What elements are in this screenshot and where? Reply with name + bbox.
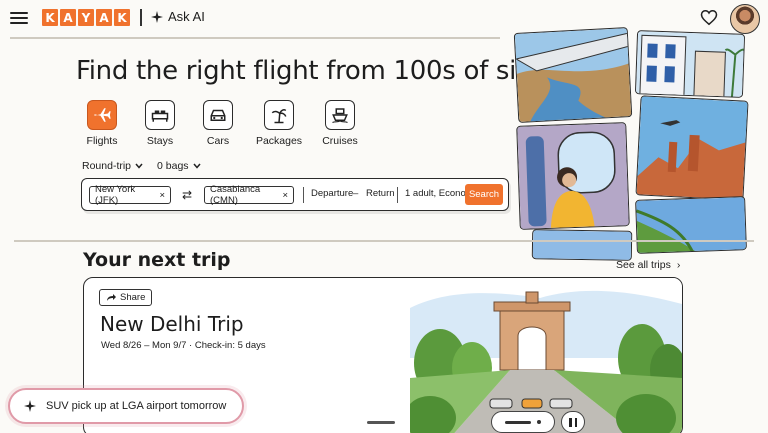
tab-label: Flights [86, 135, 118, 147]
field-divider [303, 187, 304, 203]
trip-checkin: Check-in: 5 days [194, 340, 266, 351]
bags-dropdown[interactable]: 0 bags [157, 160, 201, 172]
sparkle-icon [151, 10, 163, 23]
carousel-active-indicator [505, 420, 531, 424]
tab-cars[interactable]: Cars [198, 100, 238, 147]
ai-prompt-input[interactable]: SUV pick up at LGA airport tomorrow [8, 388, 244, 424]
logo-letter: Y [78, 9, 94, 26]
collage-airplane-wing-image [513, 27, 633, 123]
tab-label: Packages [255, 135, 303, 147]
logo-letter: A [60, 9, 76, 26]
destination-value: Casablanca (CMN) [210, 184, 261, 206]
search-button[interactable]: Search [465, 184, 503, 205]
tab-label: Stays [146, 135, 174, 147]
close-icon[interactable]: × [282, 190, 288, 201]
category-tabs: Flights Stays Cars Packages Cruises [82, 100, 360, 147]
carousel-dot[interactable] [537, 420, 541, 424]
menu-icon[interactable] [10, 9, 28, 25]
bags-label: 0 bags [157, 160, 189, 172]
collage-palm-leaf-image [635, 196, 747, 254]
travel-collage [510, 26, 760, 261]
trip-options: Round-trip 0 bags [82, 160, 201, 172]
swap-icon[interactable]: ⇄ [182, 188, 192, 202]
header-divider-line [10, 37, 500, 39]
tab-label: Cars [206, 135, 230, 147]
ask-ai-button[interactable]: Ask AI [151, 9, 205, 24]
home-indicator [367, 421, 395, 424]
palm-tree-icon [264, 100, 294, 130]
date-dash: – [353, 188, 359, 199]
logo-letter: A [96, 9, 112, 26]
trip-type-dropdown[interactable]: Round-trip [82, 160, 143, 172]
see-all-label: See all trips [616, 259, 671, 271]
tab-cruises[interactable]: Cruises [320, 100, 360, 147]
ai-prompt-text: SUV pick up at LGA airport tomorrow [46, 400, 227, 412]
car-icon [203, 100, 233, 130]
tab-stays[interactable]: Stays [140, 100, 180, 147]
heart-icon[interactable] [700, 9, 718, 26]
see-all-trips-link[interactable]: See all trips › [616, 259, 680, 271]
ask-ai-label: Ask AI [168, 9, 205, 24]
origin-field[interactable]: New York (JFK) × [89, 184, 171, 206]
origin-value: New York (JFK) [95, 184, 136, 206]
tab-packages[interactable]: Packages [256, 100, 302, 147]
section-divider [14, 240, 754, 242]
collage-window-seat-image [516, 122, 630, 230]
trip-type-label: Round-trip [82, 160, 132, 172]
logo-letter: K [114, 9, 130, 26]
collage-bottom-left-image [531, 229, 633, 261]
chevron-right-icon: › [676, 259, 681, 271]
bed-icon [145, 100, 175, 130]
carousel-indicator[interactable] [491, 411, 555, 433]
flight-search-bar: New York (JFK) × ⇄ Casablanca (CMN) × De… [81, 178, 509, 211]
share-label: Share [120, 292, 146, 303]
departure-date-field[interactable]: Departure [311, 188, 353, 199]
trip-meta: Wed 8/26 – Mon 9/7 · Check-in: 5 days [101, 340, 266, 351]
pause-icon[interactable] [561, 411, 585, 433]
ship-icon [325, 100, 355, 130]
india-gate-illustration [410, 278, 682, 433]
chevron-down-icon [192, 163, 201, 169]
next-trip-heading: Your next trip [83, 249, 231, 271]
sparkle-icon [24, 400, 36, 412]
logo-letter: K [42, 9, 58, 26]
field-divider [397, 187, 398, 203]
tab-flights[interactable]: Flights [82, 100, 122, 147]
trip-title: New Delhi Trip [100, 312, 244, 336]
tab-label: Cruises [322, 135, 358, 147]
share-arrow-icon [107, 294, 116, 301]
kayak-logo[interactable]: K A Y A K [42, 9, 130, 26]
plane-icon [87, 100, 117, 130]
return-date-field[interactable]: Return [366, 188, 395, 199]
collage-desert-image [635, 95, 749, 201]
trip-dates: Wed 8/26 – Mon 9/7 [101, 340, 187, 351]
close-icon[interactable]: × [159, 190, 165, 201]
collage-street-image [634, 30, 746, 98]
destination-field[interactable]: Casablanca (CMN) × [204, 184, 294, 206]
header-divider [140, 9, 142, 26]
hero-title-text: Find the right flight from 100s of sites [76, 56, 555, 86]
hero-title: Find the right flight from 100s of sites… [76, 56, 563, 86]
chevron-down-icon [135, 163, 143, 169]
share-button[interactable]: Share [99, 289, 153, 306]
